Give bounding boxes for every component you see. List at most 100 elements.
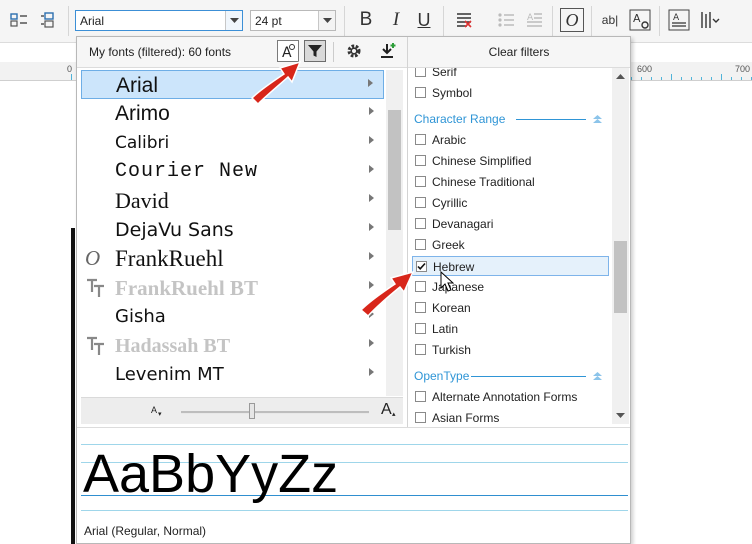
font-list-item[interactable]: Levenim MT (81, 360, 384, 389)
filter-checkbox-row[interactable]: Chinese Traditional (412, 172, 609, 192)
font-size-value[interactable]: 24 pt (255, 14, 282, 28)
align-icon[interactable] (6, 8, 32, 32)
chevron-right-icon[interactable] (369, 165, 374, 173)
ruler-tick (641, 77, 642, 80)
italic-button[interactable]: I (385, 8, 407, 32)
filter-label: Symbol (432, 86, 473, 100)
text-frame-icon[interactable] (36, 8, 62, 32)
font-list-item[interactable]: Courier New (81, 157, 384, 186)
font-size-box[interactable]: 24 pt (250, 10, 336, 31)
font-description: Arial (Regular, Normal) (84, 524, 207, 538)
filter-checkbox[interactable] (415, 176, 426, 187)
edit-text-button[interactable]: ab| (598, 8, 622, 32)
filter-checkbox-row[interactable]: Devanagari (412, 214, 609, 234)
chevron-right-icon[interactable] (368, 79, 373, 87)
font-list-item[interactable]: Hadassah BT (81, 331, 384, 360)
font-list-scroll-thumb[interactable] (388, 110, 401, 230)
chevron-right-icon[interactable] (369, 368, 374, 376)
font-list-item[interactable]: O FrankRuehl (81, 244, 384, 273)
chevron-right-icon[interactable] (369, 223, 374, 231)
preview-guide-line (81, 510, 628, 511)
zoom-out-icon[interactable]: A (151, 405, 157, 415)
chevron-right-icon[interactable] (369, 252, 374, 260)
font-item-label: Courier New (115, 160, 259, 183)
char-format-icon[interactable]: A (628, 8, 652, 32)
filter-section-title: Character Range (414, 112, 506, 126)
filter-checkbox-row[interactable]: Alternate Annotation Forms (412, 387, 609, 407)
font-list-item[interactable]: Gisha (81, 302, 384, 331)
chevron-right-icon[interactable] (369, 136, 374, 144)
font-count-label: My fonts (filtered): 60 fonts (89, 45, 232, 59)
filter-checkbox[interactable] (415, 391, 426, 402)
ruler-tick (741, 77, 742, 80)
filter-label: Korean (432, 301, 471, 315)
font-item-label: Arial (116, 74, 159, 97)
text-direction-icon[interactable] (697, 8, 721, 32)
filter-checkbox-row[interactable]: Serif (412, 68, 609, 82)
zoom-in-icon[interactable]: A (381, 401, 392, 419)
font-list-item[interactable]: Calibri (81, 128, 384, 157)
chevron-right-icon[interactable] (369, 107, 374, 115)
text-align-icon[interactable] (452, 8, 476, 32)
underline-button[interactable]: U (413, 8, 435, 32)
gear-icon (347, 44, 361, 58)
filter-checkbox[interactable] (415, 155, 426, 166)
clear-filters-button[interactable]: Clear filters (408, 37, 630, 68)
filter-label: Arabic (432, 133, 467, 147)
font-list-item[interactable]: Arial (81, 70, 384, 99)
filter-label: Devanagari (432, 217, 494, 231)
bullet-list-icon[interactable] (494, 8, 518, 32)
settings-button[interactable] (343, 40, 365, 62)
filter-checkbox[interactable] (415, 412, 426, 423)
filter-list-scrollbar[interactable] (612, 68, 629, 424)
get-more-fonts-button[interactable] (377, 40, 399, 62)
filter-checkbox[interactable] (415, 87, 426, 98)
filter-checkbox[interactable] (415, 323, 426, 334)
opentype-o-icon[interactable]: O (560, 8, 584, 32)
filter-checkbox-row[interactable]: Asian Forms (412, 408, 609, 424)
font-list-value[interactable]: Arial (80, 14, 104, 28)
filter-checkbox-row[interactable]: Chinese Simplified (412, 151, 609, 171)
filter-checkbox-row[interactable]: Greek (412, 235, 609, 255)
scroll-down-icon[interactable] (616, 413, 625, 419)
filter-checkbox[interactable] (415, 197, 426, 208)
filter-checkbox-row[interactable]: Arabic (412, 130, 609, 150)
font-dropdown-button[interactable] (225, 11, 242, 30)
font-list-pane: My fonts (filtered): 60 fonts A Arial Ari… (77, 37, 408, 427)
font-list-scrollbar[interactable] (386, 70, 403, 396)
filter-section-header[interactable]: Character Range (414, 109, 604, 129)
scroll-up-icon[interactable] (616, 74, 625, 80)
size-dropdown-button[interactable] (318, 11, 335, 30)
font-list-item[interactable]: DejaVu Sans (81, 215, 384, 244)
filter-checkbox-row[interactable]: Symbol (412, 83, 609, 103)
font-list-item[interactable]: David (81, 186, 384, 215)
zoom-slider-track[interactable] (181, 411, 369, 414)
drop-cap-icon[interactable]: A (522, 8, 546, 32)
font-list-item[interactable]: Arimo (81, 99, 384, 128)
text-properties-icon[interactable]: A (667, 8, 691, 32)
chevron-right-icon[interactable] (369, 194, 374, 202)
font-list[interactable]: Arial Arimo Calibri Courier New David DejaVu … (81, 70, 384, 396)
filter-checkbox[interactable] (415, 344, 426, 355)
zoom-slider-thumb[interactable] (249, 403, 256, 419)
bold-button[interactable]: B (355, 8, 377, 32)
svg-text:A: A (527, 13, 534, 23)
filter-checkbox[interactable] (415, 134, 426, 145)
filter-checkbox-row[interactable]: Korean (412, 298, 609, 318)
chevron-right-icon[interactable] (369, 339, 374, 347)
filter-checkbox[interactable] (415, 218, 426, 229)
chevron-down-icon (322, 17, 332, 23)
filter-checkbox[interactable] (415, 239, 426, 250)
filter-list-scroll-thumb[interactable] (614, 241, 627, 313)
filter-pane: Clear filters Serif Symbol Character Range… (408, 37, 630, 427)
collapse-icon[interactable] (593, 372, 602, 380)
filter-checkbox-row[interactable]: Latin (412, 319, 609, 339)
font-list-item[interactable]: FrankRuehl BT (81, 273, 384, 302)
collapse-icon[interactable] (593, 115, 602, 123)
filter-checkbox[interactable] (415, 68, 426, 77)
filter-section-header[interactable]: OpenType (414, 366, 604, 386)
font-list-box[interactable]: Arial (75, 10, 243, 31)
filter-checkbox-row[interactable]: Cyrillic (412, 193, 609, 213)
filter-checkbox-row[interactable]: Turkish (412, 340, 609, 360)
filter-icon (308, 45, 322, 57)
